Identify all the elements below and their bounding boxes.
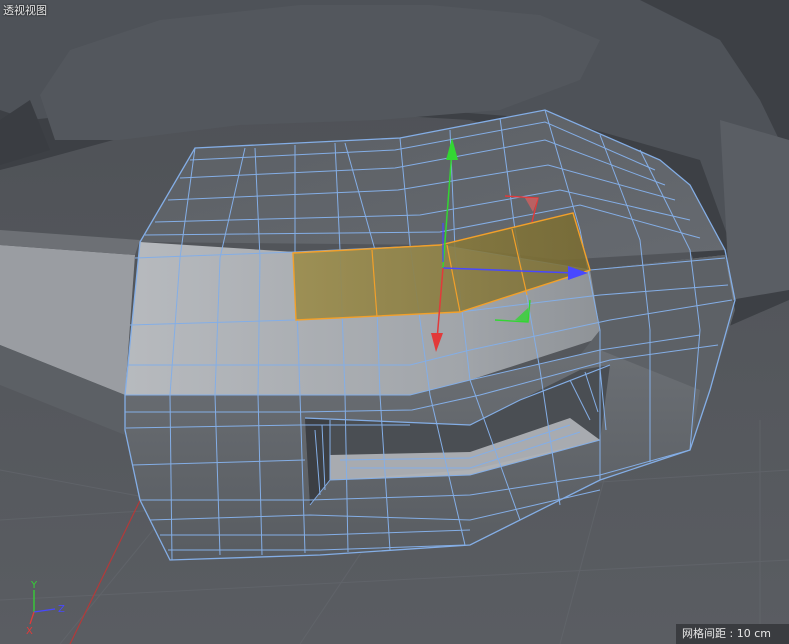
grid-spacing-readout: 网格间距 : 10 cm xyxy=(676,624,789,644)
axis-y-label: Y xyxy=(30,580,38,591)
axis-z-label: Z xyxy=(58,604,65,615)
perspective-viewport[interactable]: Y Z X 透视视图 网格间距 : 10 cm xyxy=(0,0,789,644)
viewport-title[interactable]: 透视视图 xyxy=(3,2,47,18)
axis-x-label: X xyxy=(26,626,33,637)
3d-scene-canvas[interactable]: Y Z X xyxy=(0,0,789,644)
